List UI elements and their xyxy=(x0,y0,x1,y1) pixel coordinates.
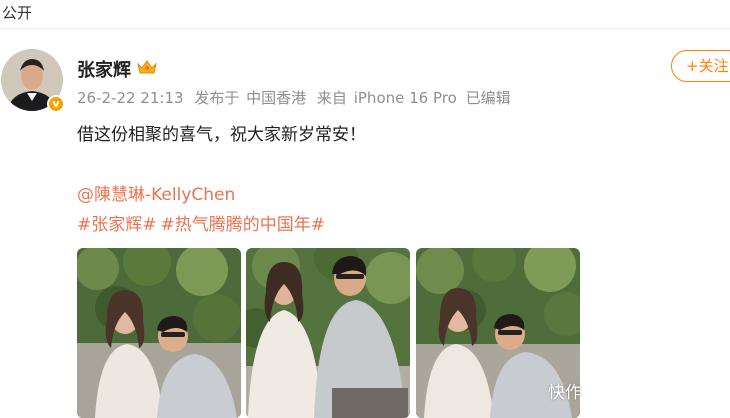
verified-badge-icon: v xyxy=(47,95,65,113)
edited-label: 已编辑 xyxy=(465,89,511,107)
author-name[interactable]: 张家辉 xyxy=(77,56,131,82)
crown-icon xyxy=(137,60,157,74)
published-label: 发布于 xyxy=(194,89,240,107)
post-location: 中国香港 xyxy=(246,89,307,107)
visibility-label: 公开 xyxy=(2,4,33,22)
hashtag-list: #张家辉# #热气腾腾的中国年# xyxy=(77,210,329,235)
post-image[interactable] xyxy=(77,248,241,418)
follow-button[interactable]: +关注 xyxy=(671,50,730,82)
post-meta: 26-2-22 21:13 发布于 中国香港 来自 iPhone 16 Pro … xyxy=(77,87,517,108)
post-text: 借这份相聚的喜气，祝大家新岁常安！ xyxy=(77,125,366,145)
mention-link[interactable]: @陳慧琳-KellyChen xyxy=(77,180,235,205)
top-bar: 公开 xyxy=(0,0,730,29)
post-device: iPhone 16 Pro xyxy=(353,89,457,107)
hashtag-link[interactable]: #热气腾腾的中国年# xyxy=(161,215,326,235)
post-image-graphic xyxy=(77,248,241,418)
hashtag-link[interactable]: #张家辉# xyxy=(77,215,157,235)
watermark: 快作 xyxy=(548,383,582,403)
post-timestamp[interactable]: 26-2-22 21:13 xyxy=(77,89,184,107)
post-image-graphic xyxy=(246,248,410,418)
post-image[interactable] xyxy=(246,248,410,418)
source-label: 来自 xyxy=(316,89,347,107)
